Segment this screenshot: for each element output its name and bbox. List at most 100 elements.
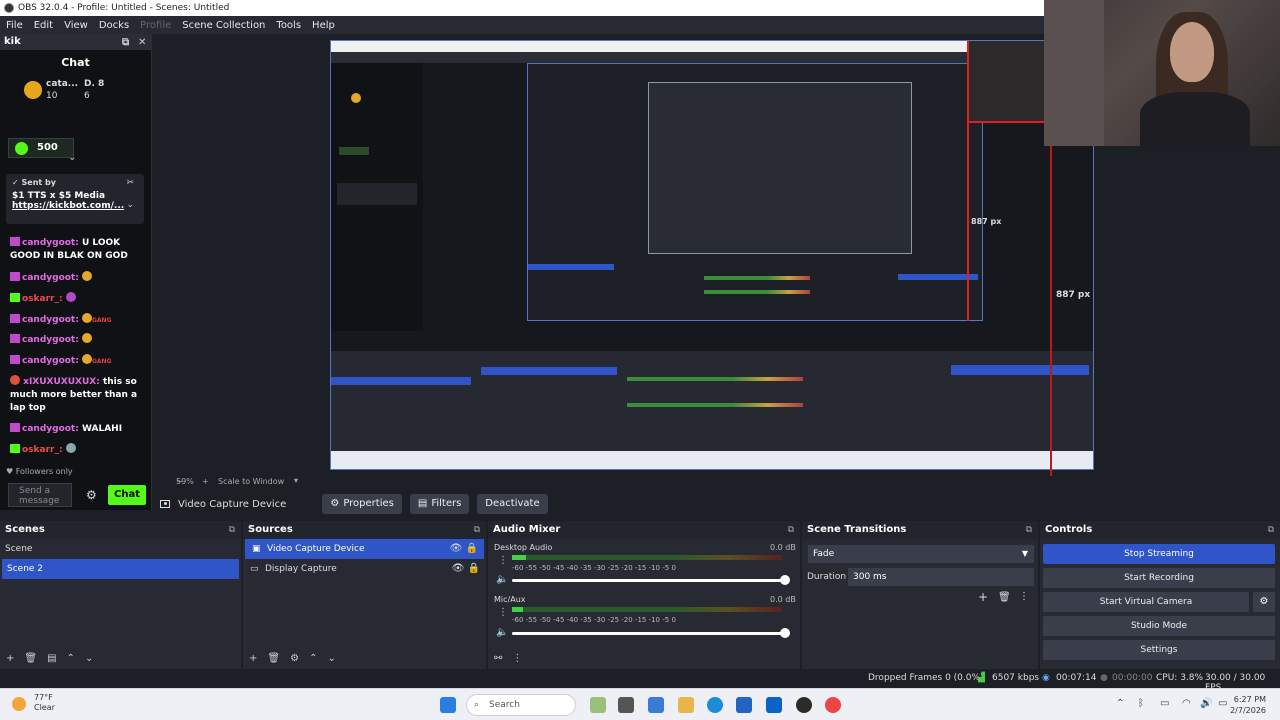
record-time: 00:00:00 xyxy=(1112,673,1153,683)
virtual-camera-settings-gear-icon[interactable]: ⚙ xyxy=(1253,592,1275,612)
menu-tools[interactable]: Tools xyxy=(276,20,301,31)
dock-menu-icon[interactable]: ⧉ xyxy=(788,521,794,539)
chat-message: oskarr_: xyxy=(10,292,140,306)
duration-input[interactable]: 300 ms xyxy=(848,568,1034,586)
scene-item-selected[interactable]: Scene 2 xyxy=(2,559,239,579)
preview-nested-taskbar xyxy=(331,451,1093,469)
chevron-down-icon[interactable]: ▾ xyxy=(294,476,298,485)
outlook-icon[interactable] xyxy=(766,697,782,713)
lock-icon[interactable]: 🔒 xyxy=(466,543,478,554)
bluetooth-icon[interactable]: ᛒ xyxy=(1138,698,1144,709)
program-preview[interactable]: 887 px xyxy=(330,40,1094,470)
volume-slider-desktop[interactable] xyxy=(512,579,784,582)
send-message-input[interactable]: Send a message xyxy=(8,483,72,507)
chrome-icon[interactable] xyxy=(825,697,841,713)
volume-slider-knob[interactable] xyxy=(780,628,790,638)
stream-icon: ◉ xyxy=(1042,673,1050,683)
trash-icon[interactable]: 🗑 xyxy=(998,592,1011,603)
move-up-icon[interactable]: ⌃ xyxy=(309,653,317,664)
eye-icon[interactable]: 👁 xyxy=(452,563,465,574)
edge-icon[interactable] xyxy=(707,697,723,713)
dock-menu-icon[interactable]: ⧉ xyxy=(1026,521,1032,539)
widgets-icon[interactable] xyxy=(590,697,606,713)
volume-slider-knob[interactable] xyxy=(780,575,790,585)
trash-icon[interactable]: 🗑 xyxy=(267,653,280,664)
channel-name-mic: Mic/Aux xyxy=(494,595,526,604)
filter-icon[interactable]: ▤ xyxy=(47,653,56,664)
trash-icon[interactable]: 🗑 xyxy=(24,653,37,664)
gear-icon[interactable]: ⚙ xyxy=(290,653,299,664)
dock-menu-icon[interactable]: ⧉ xyxy=(229,521,235,539)
float-dock-icon[interactable]: ⧉ xyxy=(122,35,129,51)
stop-streaming-button[interactable]: Stop Streaming xyxy=(1043,544,1275,564)
speaker-icon[interactable]: 🔈 xyxy=(496,627,508,638)
menu-profile[interactable]: Profile xyxy=(140,20,171,31)
source-item[interactable]: ▭ Display Capture 👁 🔒 xyxy=(243,559,486,579)
wifi-icon[interactable]: ◠ xyxy=(1182,698,1191,709)
add-icon[interactable]: + xyxy=(978,590,988,604)
scene-item[interactable]: Scene xyxy=(0,539,241,559)
obs-icon[interactable] xyxy=(796,697,812,713)
menu-edit[interactable]: Edit xyxy=(34,20,53,31)
chevron-down-icon[interactable]: ⌄ xyxy=(126,200,134,210)
start-recording-button[interactable]: Start Recording xyxy=(1043,568,1275,588)
copilot-icon[interactable] xyxy=(648,697,664,713)
scale-mode[interactable]: Scale to Window xyxy=(218,477,284,486)
move-down-icon[interactable]: ⌄ xyxy=(327,653,335,664)
task-view-icon[interactable] xyxy=(618,697,634,713)
link-icon[interactable]: ⚯ xyxy=(494,653,502,664)
speaker-icon[interactable]: 🔈 xyxy=(496,574,508,585)
taskbar-clock[interactable]: 6:27 PM 2/7/2026 xyxy=(1230,694,1266,716)
windows-start-icon[interactable] xyxy=(440,697,456,713)
volume-icon[interactable]: 🔊 xyxy=(1200,698,1212,709)
move-up-icon[interactable]: ⌃ xyxy=(67,653,75,664)
search-icon: ⌕ xyxy=(474,700,480,710)
volume-slider-mic[interactable] xyxy=(512,632,784,635)
move-down-icon[interactable]: ⌄ xyxy=(85,653,93,664)
eye-icon[interactable]: 👁 xyxy=(450,543,463,554)
menu-view[interactable]: View xyxy=(64,20,88,31)
chat-send-button[interactable]: Chat xyxy=(108,485,146,505)
menu-docks[interactable]: Docks xyxy=(99,20,129,31)
audio-mixer-dock: Audio Mixer ⧉ Desktop Audio 0.0 dB ⋮ -60 … xyxy=(488,521,800,669)
menu-file[interactable]: File xyxy=(6,20,23,31)
weather-widget[interactable]: 77°F Clear xyxy=(34,693,55,713)
filters-button[interactable]: ▤ Filters xyxy=(409,494,470,514)
weather-icon[interactable] xyxy=(12,697,26,711)
menu-help[interactable]: Help xyxy=(312,20,335,31)
zoom-in-icon[interactable]: + xyxy=(202,477,209,486)
menu-scene-collection[interactable]: Scene Collection xyxy=(182,20,265,31)
source-item-selected[interactable]: ▣ Video Capture Device 👁 🔒 xyxy=(245,539,484,559)
channel-db-mic: 0.0 dB xyxy=(770,595,796,604)
start-virtual-camera-button[interactable]: Start Virtual Camera xyxy=(1043,592,1249,612)
settings-button[interactable]: Settings xyxy=(1043,640,1275,660)
add-icon[interactable]: + xyxy=(249,653,257,664)
add-icon[interactable]: + xyxy=(6,653,14,664)
store-icon[interactable] xyxy=(736,697,752,713)
more-options-icon[interactable]: ⋮ xyxy=(512,653,522,664)
deactivate-button[interactable]: Deactivate xyxy=(477,494,548,514)
lock-icon[interactable]: 🔒 xyxy=(468,563,480,574)
more-options-icon[interactable]: ⋮ xyxy=(498,607,508,618)
chat-message: candygoot: WALAHI xyxy=(10,423,140,436)
file-explorer-icon[interactable] xyxy=(678,697,694,713)
transition-select[interactable]: Fade ▼ xyxy=(808,545,1034,563)
display-icon[interactable]: ▭ xyxy=(1160,698,1169,709)
taskbar-search[interactable]: ⌕ Search xyxy=(466,694,576,716)
properties-button[interactable]: ⚙ Properties xyxy=(322,494,402,514)
more-options-icon[interactable]: ⋮ xyxy=(498,555,508,566)
close-dock-icon[interactable]: ✕ xyxy=(138,35,146,51)
meter-level-desktop xyxy=(512,555,526,560)
tts-link[interactable]: https://kickbot.com/... xyxy=(12,201,138,211)
kick-count-badge[interactable]: 500 xyxy=(8,138,74,158)
gear-icon[interactable]: ⚙ xyxy=(86,488,97,502)
battery-icon[interactable]: ▭ xyxy=(1218,698,1227,709)
chevron-up-icon[interactable]: ⌃ xyxy=(1116,698,1124,709)
more-options-icon[interactable]: ⋮ xyxy=(1019,591,1029,602)
dock-menu-icon[interactable]: ⧉ xyxy=(474,521,480,539)
dock-menu-icon[interactable]: ⧉ xyxy=(1268,521,1274,539)
pin-icon[interactable]: ✂ xyxy=(126,178,134,188)
studio-mode-button[interactable]: Studio Mode xyxy=(1043,616,1275,636)
preview-nested-canvas-inner xyxy=(648,82,912,254)
meter-level-mic xyxy=(512,607,523,612)
